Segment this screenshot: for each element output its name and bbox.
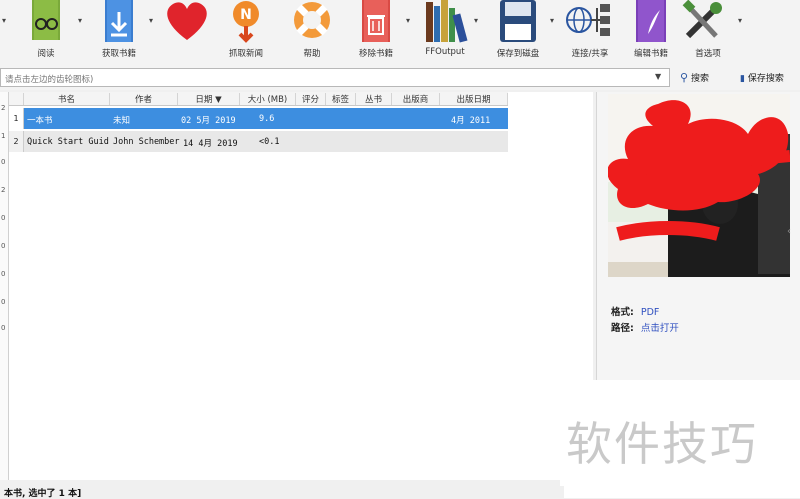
- search-button-label: 搜索: [690, 74, 709, 84]
- column-header-rating[interactable]: 评分: [296, 93, 326, 105]
- get-books-dropdown-arrow[interactable]: ▾: [149, 16, 153, 25]
- remove-books-button[interactable]: 移除书籍 ▾: [352, 0, 410, 62]
- remove-books-dropdown-arrow[interactable]: ▾: [406, 16, 410, 25]
- cell-size: 9.6: [259, 114, 275, 124]
- search-icon: ⚲: [680, 71, 689, 84]
- status-bar: 本书, 选中了 1 本]: [0, 486, 564, 499]
- cell-title: Quick Start Guide: [27, 137, 109, 147]
- read-label: 阅读: [37, 49, 55, 59]
- table-header: 书名 作者 日期 ▼ 大小 (MB) 评分 标签 丛书 出版商 出版日期: [9, 92, 508, 106]
- sort-desc-icon: ▼: [215, 95, 222, 105]
- search-placeholder: 请点击左边的齿轮图标): [5, 75, 94, 85]
- search-button[interactable]: ⚲ 搜索: [680, 71, 709, 84]
- read-glasses-book-icon: [32, 0, 60, 40]
- library-books-icon: [426, 0, 468, 43]
- get-books-button[interactable]: 获取书籍 ▾: [95, 0, 153, 62]
- table-row[interactable]: 1 一本书 未知 02 5月 2019 9.6 4月 2011: [9, 108, 508, 129]
- donate-button[interactable]: [161, 0, 213, 62]
- remove-books-label: 移除书籍: [358, 49, 393, 59]
- path-label: 路径:: [611, 323, 634, 334]
- path-row: 路径: 点击打开: [611, 320, 679, 334]
- ffoutput-dropdown-arrow[interactable]: ▾: [474, 16, 478, 25]
- cover-image: [608, 94, 790, 277]
- path-link[interactable]: 点击打开: [641, 323, 679, 334]
- search-input[interactable]: 请点击左边的齿轮图标): [0, 68, 670, 87]
- read-dropdown-arrow[interactable]: ▾: [78, 16, 82, 25]
- ffoutput-button[interactable]: FFOutput ▾: [420, 0, 478, 62]
- lifebuoy-icon: [294, 2, 330, 38]
- save-to-disk-button[interactable]: 保存到磁盘 ▾: [490, 0, 554, 62]
- download-book-icon: [105, 0, 133, 42]
- cell-title: 一本书: [27, 116, 53, 126]
- save-to-disk-dropdown-arrow[interactable]: ▾: [550, 16, 554, 25]
- help-label: 帮助: [303, 49, 321, 59]
- preferences-label: 首选项: [695, 49, 721, 59]
- toolbar: ▾ 阅读 ▾ 获取书籍 ▾ N 抓取新闻 帮助 移除书籍 ▾ FFOutput …: [0, 0, 800, 66]
- search-bar: 请点击左边的齿轮图标) ▼ ⚲ 搜索 ▮ 保存搜索: [0, 66, 800, 90]
- book-list: 书名 作者 日期 ▼ 大小 (MB) 评分 标签 丛书 出版商 出版日期 1 一…: [9, 92, 593, 480]
- row-number: 1: [9, 108, 24, 129]
- read-button[interactable]: 阅读 ▾: [22, 0, 82, 62]
- collapse-arrow-icon[interactable]: ‹: [787, 226, 791, 237]
- search-history-dropdown[interactable]: ▼: [655, 72, 661, 81]
- save-search-button[interactable]: ▮ 保存搜索: [740, 71, 784, 84]
- tools-icon: [682, 0, 722, 39]
- row-number: 2: [9, 131, 24, 152]
- edit-book-button[interactable]: 编辑书籍: [626, 0, 676, 62]
- floppy-disk-icon: [500, 0, 536, 42]
- cell-author: 未知: [113, 116, 131, 126]
- column-header-author[interactable]: 作者: [110, 93, 178, 105]
- format-label: 格式:: [611, 307, 634, 318]
- preferences-dropdown-arrow[interactable]: ▾: [738, 16, 742, 25]
- column-header-series[interactable]: 丛书: [356, 93, 392, 105]
- save-to-disk-label: 保存到磁盘: [496, 49, 540, 59]
- connect-share-label: 连接/共享: [571, 49, 609, 59]
- heart-icon: [167, 2, 207, 40]
- column-header-date[interactable]: 日期 ▼: [178, 93, 240, 105]
- globe-share-icon: [566, 4, 610, 36]
- left-gutter: 2 1 0 2 0 0 0 0 0: [0, 92, 9, 480]
- column-header-tags[interactable]: 标签: [326, 93, 356, 105]
- cell-author: John Schember: [113, 137, 180, 147]
- news-icon: N: [233, 1, 259, 43]
- trash-book-icon: [362, 0, 390, 42]
- get-books-label: 获取书籍: [101, 49, 136, 59]
- cell-size: <0.1: [259, 137, 280, 147]
- fetch-news-button[interactable]: N 抓取新闻: [222, 0, 270, 62]
- save-search-label: 保存搜索: [747, 74, 784, 84]
- cell-pubdate: 4月 2011: [451, 116, 491, 126]
- bookmark-icon: ▮: [740, 74, 745, 84]
- book-cover[interactable]: [608, 94, 790, 277]
- help-button[interactable]: 帮助: [288, 0, 336, 62]
- fetch-news-label: 抓取新闻: [228, 49, 263, 59]
- preferences-button[interactable]: 首选项 ▾: [680, 0, 742, 62]
- cell-date: 02 5月 2019: [181, 116, 236, 126]
- corner-cell: [9, 93, 24, 105]
- column-header-title[interactable]: 书名: [24, 93, 110, 105]
- column-header-date-label: 日期: [195, 95, 213, 105]
- svg-text:N: N: [240, 7, 252, 23]
- format-row: 格式: PDF: [611, 304, 659, 318]
- toolbar-scroll-arrow[interactable]: ▾: [2, 16, 6, 25]
- edit-book-icon: [636, 0, 666, 42]
- table-row[interactable]: 2 Quick Start Guide John Schember 14 4月 …: [9, 131, 508, 152]
- column-header-size[interactable]: 大小 (MB): [240, 93, 296, 105]
- column-header-pubdate[interactable]: 出版日期: [440, 93, 508, 105]
- connect-share-button[interactable]: 连接/共享: [565, 0, 615, 62]
- ffoutput-label: FFOutput: [425, 47, 465, 57]
- format-link[interactable]: PDF: [641, 307, 660, 318]
- column-header-publisher[interactable]: 出版商: [392, 93, 440, 105]
- edit-book-label: 编辑书籍: [633, 49, 668, 59]
- cell-date: 14 4月 2019: [183, 139, 238, 149]
- watermark-text: 软件技巧: [566, 417, 758, 471]
- book-details-panel: 格式: PDF 路径: 点击打开 ‹: [596, 92, 800, 380]
